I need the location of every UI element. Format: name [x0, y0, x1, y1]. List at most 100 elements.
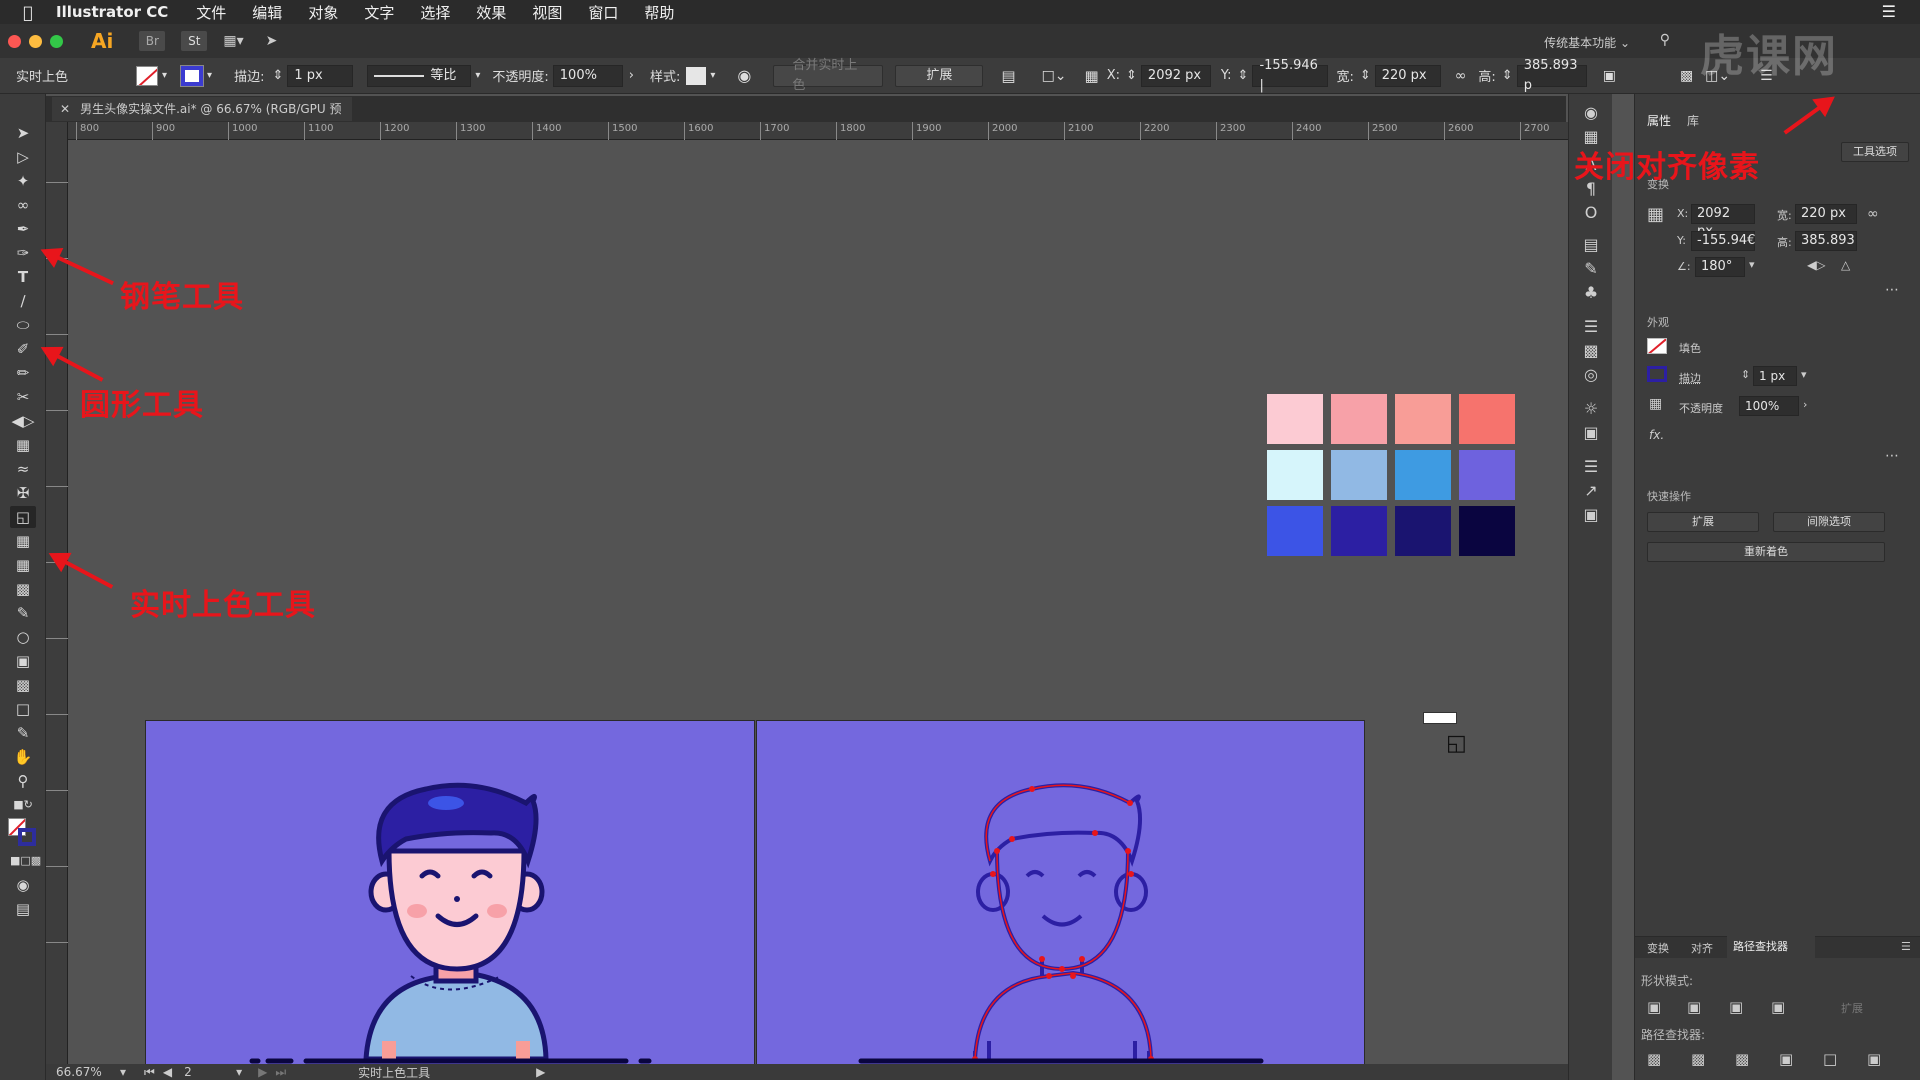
link-proportions-icon[interactable]: ∞: [1867, 206, 1879, 222]
list-menu-icon[interactable]: ☰: [1882, 2, 1896, 21]
gradient-tool-icon[interactable]: ▩: [10, 578, 36, 600]
menu-file[interactable]: 文件: [196, 2, 226, 23]
intersect-icon[interactable]: ▣: [1729, 998, 1743, 1016]
transparency-panel-icon[interactable]: ◎: [1579, 364, 1603, 386]
hand-tool-icon[interactable]: ✋: [10, 746, 36, 768]
puppet-warp-tool-icon[interactable]: ✠: [10, 482, 36, 504]
arrange-documents-icon[interactable]: ▦▾: [223, 33, 243, 49]
outline-icon[interactable]: □: [1823, 1050, 1837, 1068]
type-tool-icon[interactable]: T: [10, 266, 36, 288]
paintbrush-tool-icon[interactable]: ✐: [10, 338, 36, 360]
bridge-button[interactable]: Br: [139, 31, 165, 51]
appearance-stroke-weight-field[interactable]: 1 px: [1753, 366, 1797, 386]
recolor-globe-icon[interactable]: ◉: [737, 66, 751, 85]
zoom-window-button[interactable]: [50, 35, 63, 48]
blend-tool-icon[interactable]: ○: [10, 626, 36, 648]
status-menu-icon[interactable]: ▶: [536, 1065, 545, 1079]
search-icon[interactable]: ⚲: [1660, 32, 1670, 48]
appearance-stroke-swatch[interactable]: [1647, 366, 1667, 382]
stroke-weight-field[interactable]: 1 px: [287, 65, 353, 87]
selection-tool-icon[interactable]: ➤: [10, 122, 36, 144]
stock-button[interactable]: St: [181, 31, 207, 51]
appearance-fill-swatch[interactable]: [1647, 338, 1667, 354]
menu-type[interactable]: 文字: [364, 2, 394, 23]
eyedropper-tool-icon[interactable]: ✎: [10, 602, 36, 624]
align-icon[interactable]: ▩: [1680, 68, 1693, 84]
transform-icon[interactable]: ▣: [1603, 68, 1616, 84]
reflect-tool-icon[interactable]: ◀▷: [10, 410, 36, 432]
x-stepper-icon[interactable]: ⇕: [1126, 68, 1137, 83]
close-tab-icon[interactable]: ✕: [60, 102, 70, 116]
x-field[interactable]: 2092 px: [1141, 65, 1211, 87]
tab-properties[interactable]: 属性: [1647, 112, 1671, 129]
fill-swatch[interactable]: [136, 66, 158, 86]
color-swatch[interactable]: [1331, 506, 1387, 556]
appearance-panel-icon[interactable]: ☼: [1579, 398, 1603, 420]
y-stepper-icon[interactable]: ⇕: [1238, 68, 1249, 83]
color-swatch[interactable]: [1459, 450, 1515, 500]
curvature-tool-icon[interactable]: ✑: [10, 242, 36, 264]
color-guide-icon[interactable]: ◉: [1579, 102, 1603, 124]
column-graph-tool-icon[interactable]: ▩: [10, 674, 36, 696]
zoom-level-field[interactable]: 66.67%: [56, 1065, 116, 1079]
width-tool-icon[interactable]: ≈: [10, 458, 36, 480]
default-colors-icon[interactable]: ■↻: [10, 794, 36, 816]
select-similar-icon[interactable]: □⌄: [1042, 68, 1067, 84]
y-field[interactable]: -155.946 |: [1252, 65, 1328, 87]
last-artboard-icon[interactable]: ⏭: [275, 1065, 286, 1080]
tab-align[interactable]: 对齐: [1691, 940, 1713, 956]
artboards-panel-icon[interactable]: ▣: [1579, 504, 1603, 526]
opacity-chevron-icon[interactable]: ›: [1803, 398, 1807, 411]
height-field[interactable]: 385.893 p: [1517, 65, 1587, 87]
transform-y-field[interactable]: -155.94€: [1691, 231, 1755, 251]
merge-icon[interactable]: ▩: [1735, 1050, 1749, 1068]
minus-back-icon[interactable]: ▣: [1867, 1050, 1881, 1068]
color-mode-icons[interactable]: ■□▩: [10, 850, 36, 872]
recolor-button[interactable]: 重新着色: [1647, 542, 1885, 562]
document-tab[interactable]: ✕男生头像实操文件.ai* @ 66.67% (RGB/GPU 预览): [52, 97, 352, 121]
transform-x-field[interactable]: 2092 px: [1691, 204, 1755, 224]
stroke-stepper-icon[interactable]: ⇕: [272, 68, 283, 83]
color-swatch[interactable]: [1395, 506, 1451, 556]
gradient-panel-icon[interactable]: ▩: [1579, 340, 1603, 362]
opacity-chevron-icon[interactable]: ›: [629, 68, 634, 83]
color-swatch[interactable]: [1267, 506, 1323, 556]
profile-dropdown-icon[interactable]: ▾: [475, 70, 480, 81]
menu-edit[interactable]: 编辑: [252, 2, 282, 23]
transform-width-field[interactable]: 220 px: [1795, 204, 1857, 224]
ellipse-tool-icon[interactable]: ⬭: [10, 314, 36, 336]
flip-vertical-icon[interactable]: △: [1841, 258, 1850, 272]
pathfinder-expand-button[interactable]: 扩展: [1841, 1000, 1863, 1016]
stroke-color-box[interactable]: [18, 828, 36, 846]
gpu-performance-icon[interactable]: ➤: [266, 33, 278, 49]
next-artboard-icon[interactable]: ▶: [258, 1065, 267, 1079]
first-artboard-icon[interactable]: ⏮: [144, 1065, 155, 1080]
menu-select[interactable]: 选择: [420, 2, 450, 23]
mesh-tool-icon[interactable]: ▦: [10, 554, 36, 576]
constrain-proportions-icon[interactable]: ∞: [1455, 68, 1467, 84]
minus-front-icon[interactable]: ▣: [1687, 998, 1701, 1016]
document-setup-icon[interactable]: ▤: [1001, 67, 1015, 85]
appearance-opacity-field[interactable]: 100%: [1739, 396, 1799, 416]
previous-artboard-icon[interactable]: ◀: [163, 1065, 172, 1079]
horizontal-ruler[interactable]: 800 900 1000 1100 1200 1300 1400 1500 1600 1700 18…: [68, 122, 1568, 140]
image-trace-icon[interactable]: ▤: [1579, 234, 1603, 256]
color-swatch[interactable]: [1459, 394, 1515, 444]
menu-window[interactable]: 窗口: [588, 2, 618, 23]
artboard-left[interactable]: [145, 720, 755, 1080]
magic-wand-tool-icon[interactable]: ✦: [10, 170, 36, 192]
scissors-tool-icon[interactable]: ✂: [10, 386, 36, 408]
symbol-sprayer-tool-icon[interactable]: ▣: [10, 650, 36, 672]
color-swatch[interactable]: [1331, 450, 1387, 500]
unite-icon[interactable]: ▣: [1647, 998, 1661, 1016]
angle-dropdown-icon[interactable]: ▾: [1749, 258, 1755, 271]
tool-options-button[interactable]: 工具选项: [1841, 142, 1909, 162]
layers-panel-icon[interactable]: ☰: [1579, 456, 1603, 478]
minimize-window-button[interactable]: [29, 35, 42, 48]
graphic-style-swatch[interactable]: [686, 67, 706, 85]
appearance-more-options-icon[interactable]: ⋯: [1885, 448, 1899, 464]
color-swatch[interactable]: [1459, 506, 1515, 556]
stroke-swatch[interactable]: [181, 66, 203, 86]
menu-view[interactable]: 视图: [532, 2, 562, 23]
opacity-field[interactable]: 100%: [553, 65, 623, 87]
